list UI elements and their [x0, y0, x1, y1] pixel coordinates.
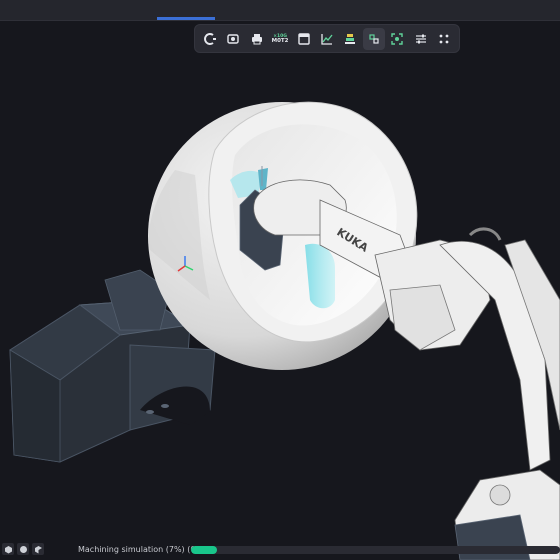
tool-focus[interactable] [386, 28, 408, 50]
grid-dots-icon [439, 34, 449, 43]
sliders-icon [415, 34, 426, 43]
stack-icon [345, 33, 356, 44]
tool-connect[interactable] [199, 28, 221, 50]
tool-window[interactable] [293, 28, 315, 50]
window-icon [297, 32, 310, 45]
view-buttons [2, 543, 44, 555]
box-view-icon [34, 545, 42, 553]
tool-print[interactable] [246, 28, 268, 50]
transform-icon [369, 33, 379, 44]
tool-gcode[interactable]: ×10G M0T2 [269, 28, 291, 50]
focus-icon [391, 32, 404, 45]
tool-sliders[interactable] [410, 28, 432, 50]
view-button-cube[interactable] [2, 543, 14, 555]
graph-icon [321, 33, 333, 45]
gcode-icon: ×10G M0T2 [271, 33, 289, 44]
printer-icon [251, 33, 262, 44]
view-button-sphere[interactable] [17, 543, 29, 555]
simulation-progress-bar[interactable] [191, 546, 560, 554]
tool-stack[interactable] [339, 28, 361, 50]
tool-graph[interactable] [316, 28, 338, 50]
3d-viewport[interactable]: KUKA [0, 0, 560, 560]
view-button-box[interactable] [32, 543, 44, 555]
tool-transform[interactable] [362, 27, 385, 50]
tool-camera[interactable] [222, 28, 244, 50]
cube-view-icon [4, 545, 12, 553]
tool-grid[interactable] [433, 28, 455, 50]
simulation-progress-fill [191, 546, 217, 554]
view-toolbar: ×10G M0T2 [194, 24, 460, 53]
connect-icon [203, 32, 216, 45]
camera-icon [227, 33, 239, 44]
sphere-view-icon [19, 545, 27, 553]
